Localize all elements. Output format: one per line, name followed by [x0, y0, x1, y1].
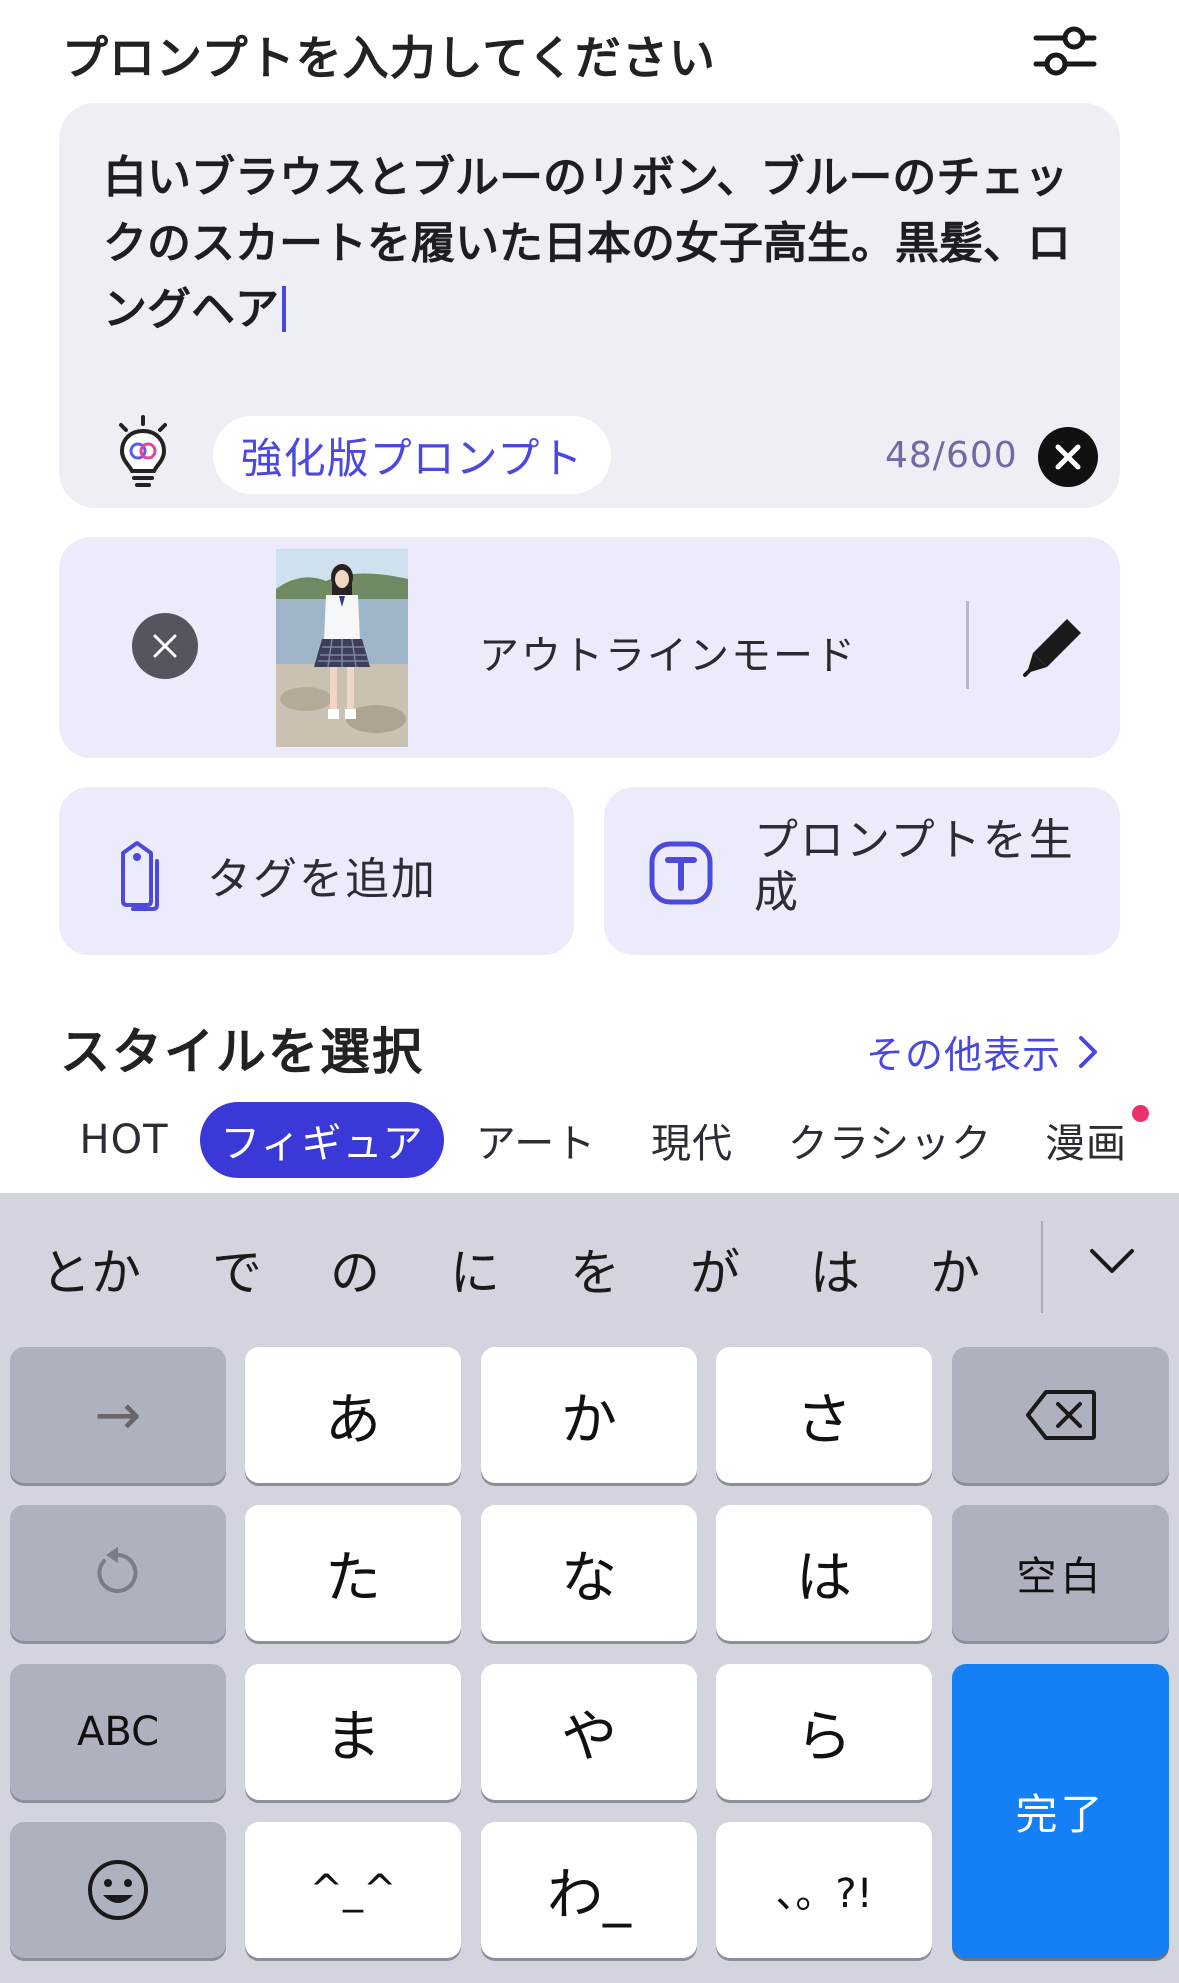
key-ta[interactable]: た [245, 1505, 461, 1641]
add-tag-label: タグを追加 [207, 854, 437, 905]
key-emoji[interactable] [10, 1822, 226, 1958]
show-more-label: その他表示 [866, 1033, 1062, 1077]
keyboard: とか で の に を が は か → あ か さ た な は 空白 ABC ま … [0, 1193, 1179, 1983]
suggestion-item[interactable]: が [660, 1233, 770, 1305]
key-ra[interactable]: ら [716, 1664, 932, 1800]
tag-icon [109, 839, 169, 913]
smiley-icon [88, 1860, 148, 1920]
suggestion-item[interactable]: とか [36, 1233, 146, 1305]
key-punctuation[interactable]: 、。?! [716, 1822, 932, 1958]
suggestion-item[interactable]: の [300, 1233, 410, 1305]
enhance-prompt-button[interactable]: 強化版プロンプト [213, 416, 611, 494]
key-kaomoji[interactable]: ^_^ [245, 1822, 461, 1958]
generate-prompt-label: プロンプトを生成 [754, 815, 1075, 918]
style-tab-hot[interactable]: HOT [60, 1102, 188, 1178]
style-section-title: スタイルを選択 [60, 1023, 424, 1081]
show-more-link[interactable]: その他表示 [866, 1024, 1099, 1079]
remove-reference-button[interactable] [132, 613, 198, 679]
sliders-icon [1033, 26, 1097, 76]
backspace-icon [1025, 1390, 1096, 1440]
undo-icon [97, 1547, 138, 1593]
pen-icon [1023, 619, 1081, 677]
generate-prompt-button[interactable]: プロンプトを生成 [604, 787, 1120, 955]
prompt-card: 白いブラウスとブルーのリボン、ブルーのチェックのスカートを履いた日本の女子高生。… [59, 103, 1120, 508]
reference-thumbnail[interactable] [276, 549, 408, 747]
reference-image-card: アウトラインモード [59, 537, 1120, 758]
prompt-text: 白いブラウスとブルーのリボン、ブルーのチェックのスカートを履いた日本の女子高生。… [103, 152, 1071, 335]
clear-prompt-button[interactable] [1038, 427, 1098, 487]
add-tag-button[interactable]: タグを追加 [59, 787, 574, 955]
style-tab-figure[interactable]: フィギュア [200, 1102, 444, 1178]
suggestion-item[interactable]: は [780, 1233, 890, 1305]
chevron-right-icon [1079, 1035, 1098, 1068]
lightbulb-icon[interactable] [113, 415, 173, 491]
suggestion-item[interactable]: に [420, 1233, 530, 1305]
close-icon [1055, 444, 1081, 470]
settings-button[interactable] [1030, 16, 1100, 86]
key-done[interactable]: 完了 [952, 1664, 1169, 1958]
edit-reference-button[interactable] [1019, 611, 1089, 681]
style-tab-classic[interactable]: クラシック [780, 1102, 1000, 1178]
key-a[interactable]: あ [245, 1347, 461, 1483]
suggestion-item[interactable]: か [900, 1233, 1010, 1305]
prompt-input[interactable]: 白いブラウスとブルーのリボン、ブルーのチェックのスカートを履いた日本の女子高生。… [103, 145, 1083, 343]
suggestion-item[interactable]: を [540, 1233, 650, 1305]
key-ka[interactable]: か [481, 1347, 697, 1483]
notification-dot [1132, 1105, 1149, 1122]
suggestion-divider [1041, 1221, 1043, 1313]
text-caret [282, 286, 286, 332]
style-tab-art[interactable]: アート [466, 1102, 606, 1178]
key-ma[interactable]: ま [245, 1664, 461, 1800]
key-sa[interactable]: さ [716, 1347, 932, 1483]
key-undo[interactable] [10, 1505, 226, 1641]
suggestion-item[interactable]: で [182, 1233, 292, 1305]
close-icon [153, 634, 177, 658]
text-t-icon [648, 840, 714, 906]
key-backspace[interactable] [952, 1347, 1169, 1483]
outline-mode-label[interactable]: アウトラインモード [479, 623, 857, 681]
key-space[interactable]: 空白 [952, 1505, 1169, 1641]
key-ha[interactable]: は [716, 1505, 932, 1641]
key-next-arrow[interactable]: → [10, 1347, 226, 1483]
key-wa[interactable]: わ_ [481, 1822, 697, 1958]
chevron-down-icon [1090, 1249, 1134, 1273]
style-tab-modern[interactable]: 現代 [636, 1102, 748, 1178]
key-abc[interactable]: ABC [10, 1664, 226, 1800]
key-ya[interactable]: や [481, 1664, 697, 1800]
divider [966, 601, 969, 689]
key-na[interactable]: な [481, 1505, 697, 1641]
style-tab-manga[interactable]: 漫画 [1036, 1102, 1136, 1178]
page-title: プロンプトを入力してください [62, 31, 716, 85]
character-counter: 48/600 [885, 435, 1018, 476]
collapse-suggestions-button[interactable] [1082, 1233, 1142, 1293]
